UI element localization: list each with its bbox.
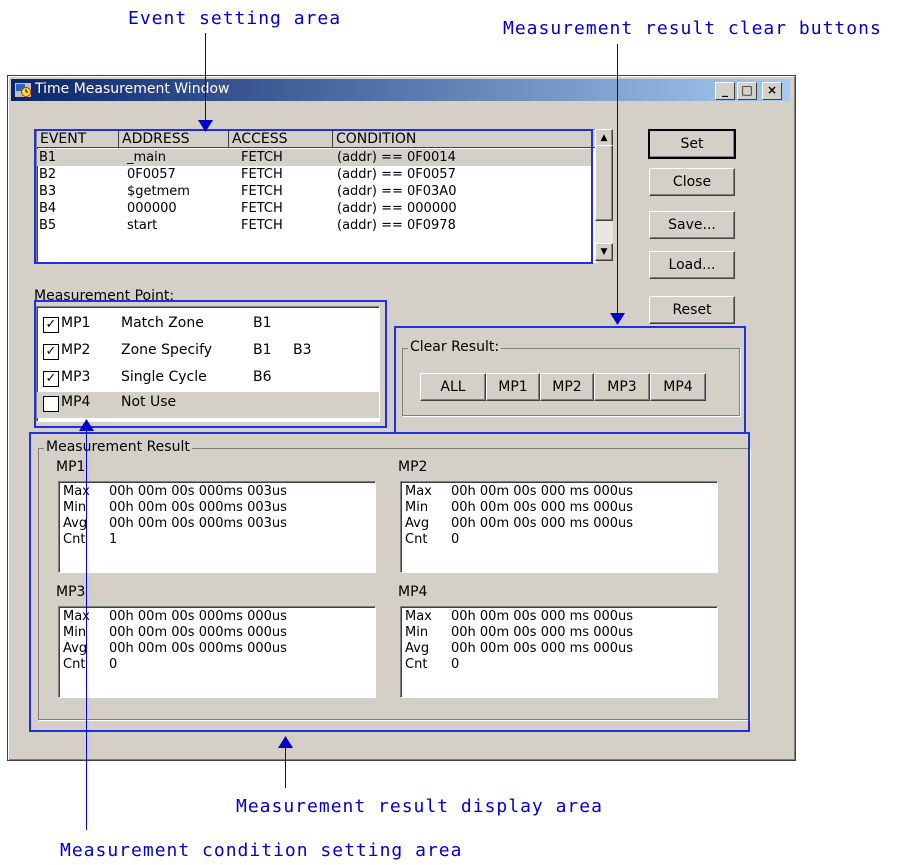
callout-clear-buttons: Measurement result clear buttons xyxy=(503,18,882,39)
arrow-up-icon xyxy=(278,736,293,748)
close-button[interactable]: Close xyxy=(649,168,735,196)
scroll-down-arrow-icon[interactable]: ▼ xyxy=(595,243,613,261)
arrow-down-icon xyxy=(198,120,213,132)
close-window-button[interactable]: × xyxy=(762,82,782,100)
scroll-thumb[interactable] xyxy=(595,145,613,221)
minimize-button[interactable]: _ xyxy=(715,82,735,100)
arrow-line-condition xyxy=(86,430,87,830)
callout-event-setting: Event setting area xyxy=(128,8,342,29)
arrow-line-clear xyxy=(617,44,618,316)
maximize-button[interactable]: □ xyxy=(737,82,757,100)
arrow-line-display xyxy=(285,748,286,788)
condition-setting-highlight xyxy=(34,300,387,428)
clear-buttons-highlight xyxy=(394,326,746,434)
arrow-down-icon xyxy=(610,313,625,325)
event-list-scrollbar[interactable]: ▲ ▼ xyxy=(595,129,613,261)
reset-button[interactable]: Reset xyxy=(649,296,735,324)
title-bar[interactable]: Time Measurement Window _ □ × xyxy=(11,79,790,101)
arrow-up-icon xyxy=(79,419,94,431)
callout-display-area: Measurement result display area xyxy=(236,796,603,817)
set-button[interactable]: Set xyxy=(648,129,736,159)
display-area-highlight xyxy=(29,432,750,732)
load-button[interactable]: Load... xyxy=(649,251,735,279)
event-setting-highlight xyxy=(34,129,593,264)
arrow-line-event xyxy=(205,33,206,125)
save-button[interactable]: Save... xyxy=(649,211,735,239)
window-title: Time Measurement Window xyxy=(35,81,230,97)
callout-condition-area: Measurement condition setting area xyxy=(60,840,463,861)
clock-app-icon xyxy=(15,83,31,97)
